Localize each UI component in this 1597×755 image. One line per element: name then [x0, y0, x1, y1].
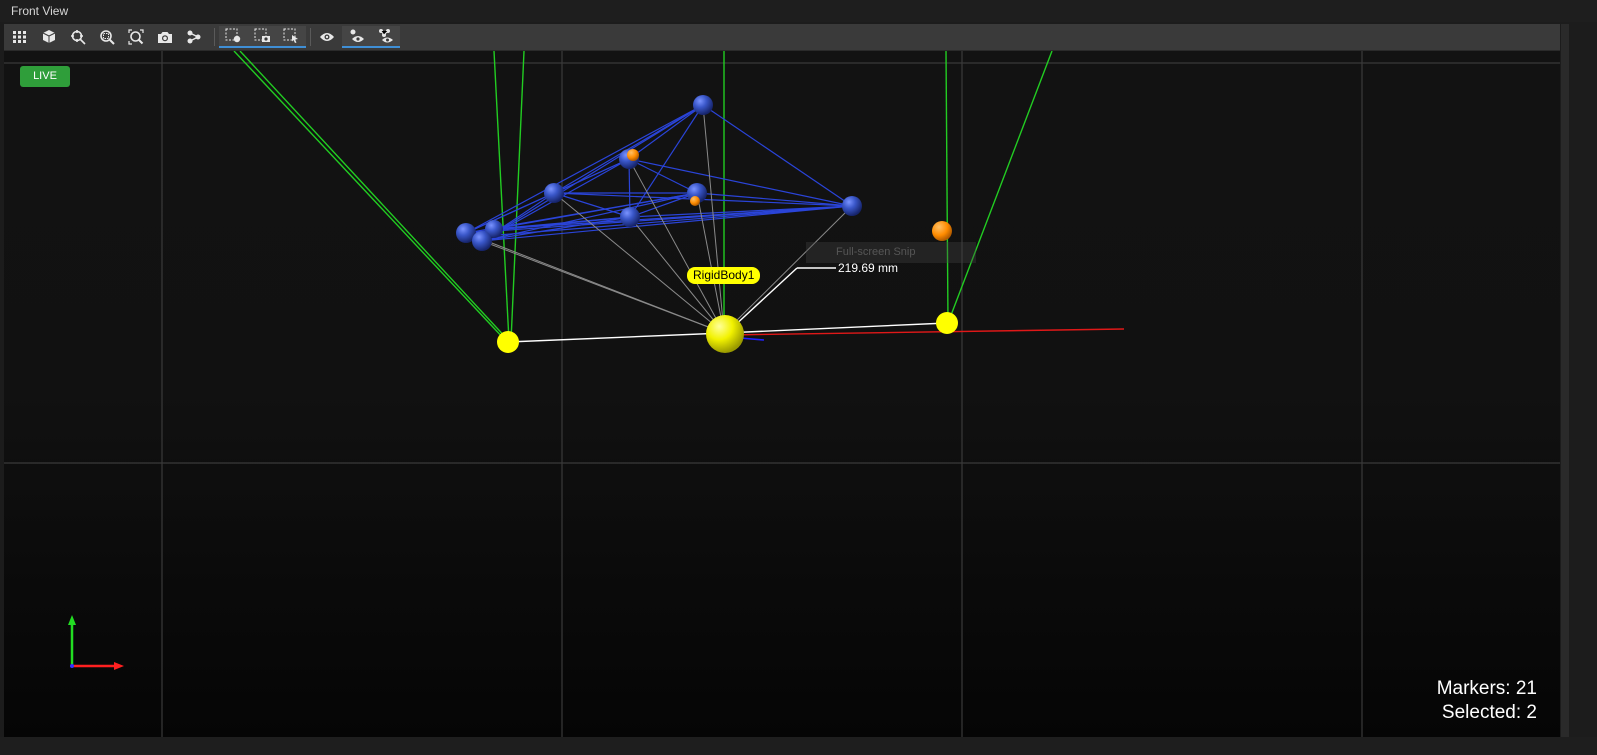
markers-count: Markers: 21: [1436, 678, 1537, 699]
camera-ray: [947, 51, 1053, 324]
camera-ray: [510, 51, 525, 342]
selected-marker: [497, 331, 519, 353]
axes-gizmo: [68, 615, 124, 670]
marker-visibility-icon[interactable]: [342, 26, 371, 48]
marker: [842, 196, 862, 216]
rigid-body-label[interactable]: RigidBody1: [687, 267, 761, 284]
camera-ray: [493, 51, 510, 342]
unlabeled-marker: [690, 196, 700, 206]
live-badge[interactable]: LIVE: [20, 66, 70, 87]
right-scrollbar[interactable]: [1561, 24, 1569, 737]
rigid-body-pivot: [706, 315, 744, 353]
marker: [620, 207, 640, 227]
select-camera-icon[interactable]: [248, 26, 277, 48]
marker: [544, 183, 564, 203]
camera-ray: [239, 51, 510, 342]
camera-icon[interactable]: [153, 26, 177, 48]
bottom-strip: [0, 737, 1597, 755]
selected-count: Selected: 2: [1441, 702, 1537, 723]
front-view-panel: Front View LIVE Full-screen Snip RigidBo…: [0, 0, 1597, 755]
visibility-icon[interactable]: [315, 26, 339, 48]
select-asset-icon[interactable]: [277, 26, 306, 48]
distance-label: 219.69 mm: [838, 261, 899, 275]
select-marker-icon[interactable]: [219, 26, 248, 48]
camera-ray: [945, 51, 949, 324]
3d-viewport[interactable]: LIVE Full-screen Snip RigidBody1 219.69 …: [4, 51, 1560, 737]
panel-title: Front View: [0, 0, 1597, 22]
camera-ray: [233, 51, 507, 342]
zoom-in-icon[interactable]: [95, 26, 119, 48]
marker-stats: Markers: 21 Selected: 2: [1437, 677, 1537, 725]
zoom-target-icon[interactable]: [66, 26, 90, 48]
cube-icon[interactable]: [37, 26, 61, 48]
viewport-toolbar: [4, 24, 1560, 51]
unlabeled-marker: [627, 149, 639, 161]
marker: [472, 231, 492, 251]
zoom-fit-icon[interactable]: [124, 26, 148, 48]
selected-marker: [936, 312, 958, 334]
asset-visibility-icon[interactable]: [371, 26, 400, 48]
marker: [693, 95, 713, 115]
marker-wireframe: [465, 104, 853, 242]
ghost-tooltip: Full-screen Snip: [806, 242, 976, 263]
floor-grid: [4, 51, 1560, 737]
grid-icon[interactable]: [8, 26, 32, 48]
toolbar-separator: [310, 28, 311, 46]
unlabeled-marker: [932, 221, 952, 241]
skeleton-icon[interactable]: [182, 26, 206, 48]
scene-canvas: [4, 51, 1560, 737]
toolbar-separator: [214, 28, 215, 46]
